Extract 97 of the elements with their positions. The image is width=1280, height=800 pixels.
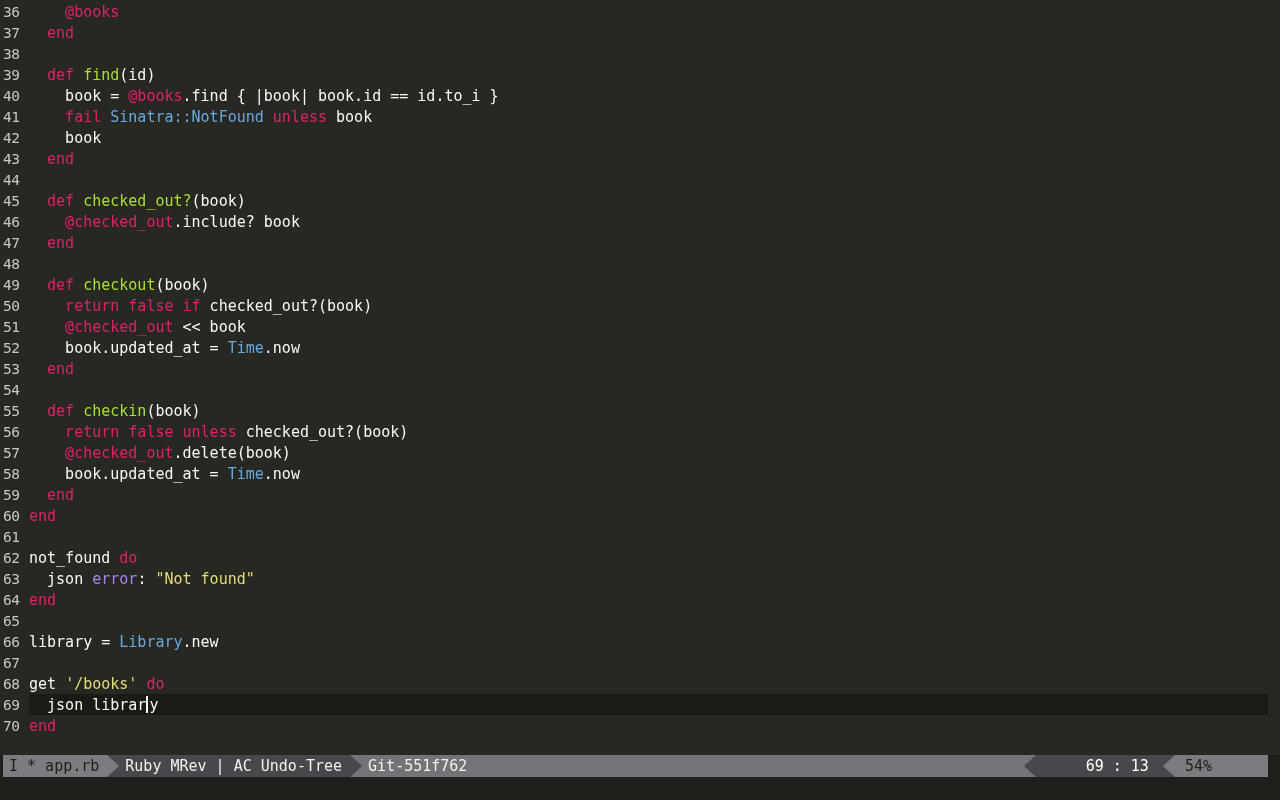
line-number: 65 xyxy=(2,612,21,629)
line-number: 46 xyxy=(2,213,21,230)
code-text: book.updated_at = xyxy=(64,464,220,483)
code-text: end xyxy=(46,233,75,252)
code-text: (book) xyxy=(155,275,210,294)
code-text: @books xyxy=(64,2,120,21)
line-number: 50 xyxy=(2,297,21,314)
code-text: not_found xyxy=(29,548,112,567)
code-text: : xyxy=(137,569,148,588)
code-text: (book) xyxy=(191,191,246,210)
code-text: end xyxy=(29,590,57,609)
separator-arrow-icon xyxy=(1023,755,1036,777)
code-text: do xyxy=(145,674,165,693)
line-number: 42 xyxy=(2,129,21,146)
code-text: def xyxy=(46,65,76,84)
code-text: @books xyxy=(128,86,183,105)
code-text: '/books' xyxy=(65,674,138,693)
code-text: Time xyxy=(227,338,264,357)
line-number: 63 xyxy=(2,570,21,587)
code-text: .new xyxy=(182,632,219,651)
line-number: 67 xyxy=(2,654,21,671)
line-number: 60 xyxy=(2,507,21,524)
line-number: 48 xyxy=(2,255,21,272)
line-number: 61 xyxy=(2,528,21,545)
code-text: @checked_out xyxy=(64,212,174,231)
code-text: checked_out?(book) xyxy=(208,296,373,315)
line-number: 64 xyxy=(2,591,21,608)
code-text: def xyxy=(46,191,76,210)
code-text: json xyxy=(46,569,85,588)
code-text: Sinatra::NotFound xyxy=(110,107,265,126)
code-text: << book xyxy=(181,317,246,336)
code-text: book xyxy=(335,107,373,126)
line-number: 38 xyxy=(2,45,21,62)
code-text: checkin xyxy=(83,401,147,420)
line-number: 57 xyxy=(2,444,21,461)
code-text: def xyxy=(46,275,76,294)
line-number: 49 xyxy=(2,276,21,293)
line-number: 43 xyxy=(2,150,21,167)
code-text: end xyxy=(46,359,75,378)
code-text: "Not found" xyxy=(155,569,255,588)
line-number: 36 xyxy=(2,3,21,20)
line-number: 51 xyxy=(2,318,21,335)
line-number: 41 xyxy=(2,108,21,125)
code-text: Library xyxy=(119,632,183,651)
code-text: book.updated_at = xyxy=(64,338,220,357)
line-number: 58 xyxy=(2,465,21,482)
line-number: 39 xyxy=(2,66,21,83)
line-number: 47 xyxy=(2,234,21,251)
line-number: 66 xyxy=(2,633,21,650)
line-number: 59 xyxy=(2,486,21,503)
code-text: (id) xyxy=(119,65,156,84)
code-text: error xyxy=(92,569,138,588)
code-text: .now xyxy=(263,464,300,483)
code-text: def xyxy=(46,401,76,420)
line-number: 40 xyxy=(2,87,21,104)
code-text: end xyxy=(46,23,75,42)
code-text: json librar xyxy=(46,695,147,714)
separator-arrow-icon xyxy=(350,755,363,777)
line-number: 37 xyxy=(2,24,21,41)
line-number: 69 xyxy=(2,696,21,713)
code-text: .include? book xyxy=(173,212,300,231)
code-text: do xyxy=(119,548,138,567)
line-number: 55 xyxy=(2,402,21,419)
code-text: fail xyxy=(64,107,103,126)
line-number: 52 xyxy=(2,339,21,356)
code-text: checkout xyxy=(83,275,156,294)
code-text: checked_out?(book) xyxy=(244,422,409,441)
code-text: end xyxy=(46,149,75,168)
code-text: find xyxy=(83,65,120,84)
code-text: y xyxy=(149,695,159,714)
line-number: 53 xyxy=(2,360,21,377)
code-text: checked_out? xyxy=(83,191,192,210)
code-text: end xyxy=(46,485,75,504)
code-text: unless xyxy=(272,107,328,126)
code-text: return false if xyxy=(64,296,201,315)
line-number: 44 xyxy=(2,171,21,188)
code-text: return false unless xyxy=(64,422,237,441)
code-text: book = xyxy=(64,86,121,105)
line-number: 62 xyxy=(2,549,21,566)
code-text: book xyxy=(64,128,102,147)
code-text: (book) xyxy=(146,401,201,420)
code-text: @checked_out xyxy=(64,317,174,336)
code-text: .now xyxy=(263,338,300,357)
line-number: 45 xyxy=(2,192,21,209)
line-number: 56 xyxy=(2,423,21,440)
line-number: 54 xyxy=(2,381,21,398)
line-number: 70 xyxy=(2,717,21,734)
code-text: get xyxy=(29,674,58,693)
code-text: @checked_out xyxy=(64,443,174,462)
code-text: end xyxy=(29,716,57,735)
code-text: library = xyxy=(29,632,112,651)
code-text: .find { |book| book.id == id.to_i } xyxy=(182,86,499,105)
code-text: .delete(book) xyxy=(173,443,291,462)
code-text: end xyxy=(29,506,57,525)
code-text: Time xyxy=(227,464,264,483)
code-editor[interactable] xyxy=(0,0,1280,755)
line-number: 68 xyxy=(2,675,21,692)
